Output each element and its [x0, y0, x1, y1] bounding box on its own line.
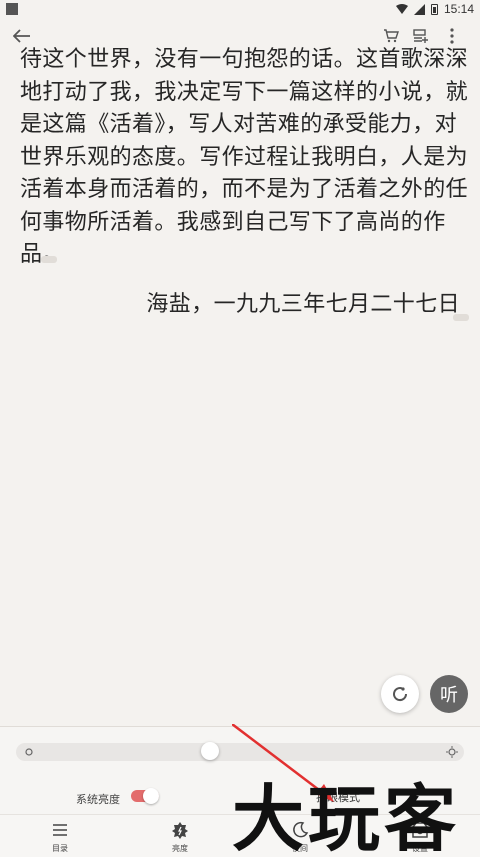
system-brightness-toggle[interactable] — [131, 788, 159, 804]
brightness-high-icon — [446, 746, 458, 758]
moon-icon — [293, 821, 309, 838]
back-arrow-icon — [13, 29, 30, 43]
playlist-add-icon — [413, 29, 428, 43]
refresh-button[interactable] — [381, 675, 419, 713]
cart-icon — [384, 29, 399, 43]
listen-button[interactable]: 听 — [430, 675, 468, 713]
dateline: 海盐，一九九三年七月二十七日 — [146, 292, 460, 317]
text-line: 活着本身而活着的，而不是为了活着之外的任 — [20, 177, 469, 202]
list-icon — [53, 824, 67, 836]
status-bar: 15:14 — [0, 0, 480, 18]
text-line: 世界乐观的态度。写作过程让我明白，人是为 — [20, 144, 469, 170]
bottom-nav: 目录 亮度 夜间 设置 — [0, 814, 480, 857]
paragraph-comment-marker[interactable] — [41, 256, 57, 263]
brightness-low-icon — [25, 748, 33, 756]
more-vertical-icon — [450, 28, 454, 44]
signal-icon — [413, 3, 425, 15]
nav-label: 夜间 — [292, 844, 308, 853]
reader-content: 待这个世界，没有一句抱怨的话。这首歌深深 地打动了我，我决定写下一篇这样的小说，… — [20, 44, 470, 272]
brightness-slider-thumb[interactable] — [200, 742, 219, 760]
nav-label: 亮度 — [172, 844, 188, 853]
wifi-icon — [395, 4, 408, 14]
text-line: 是这篇《活着》，写人对苦难的承受能力，对 — [20, 112, 458, 137]
text-line: 何事物所活着。我感到自己写下了高尚的作 — [20, 209, 446, 235]
text-line: 品。 — [20, 242, 65, 267]
nav-catalog[interactable]: 目录 — [0, 815, 120, 857]
refresh-icon — [393, 687, 408, 702]
text-line: 地打动了我，我决定写下一篇这样的小说，就 — [20, 79, 469, 105]
status-time: 15:14 — [443, 2, 474, 16]
paragraph-comment-marker[interactable] — [453, 314, 469, 321]
nav-label: 设置 — [412, 844, 428, 853]
nav-brightness[interactable]: 亮度 — [120, 815, 240, 857]
gear-icon — [412, 822, 428, 838]
eye-mode-label[interactable]: 护眼模式 — [316, 789, 360, 805]
brightness-slider[interactable] — [16, 743, 464, 761]
nav-settings[interactable]: 设置 — [360, 815, 480, 857]
nav-label: 目录 — [52, 844, 68, 853]
nav-night[interactable]: 夜间 — [240, 815, 360, 857]
system-brightness-label: 系统亮度 — [76, 793, 120, 806]
battery-icon — [430, 3, 438, 15]
brightness-icon — [172, 822, 188, 839]
text-line: 待这个世界，没有一句抱怨的话。这首歌深深 — [20, 47, 469, 72]
notification-icon — [6, 3, 18, 15]
